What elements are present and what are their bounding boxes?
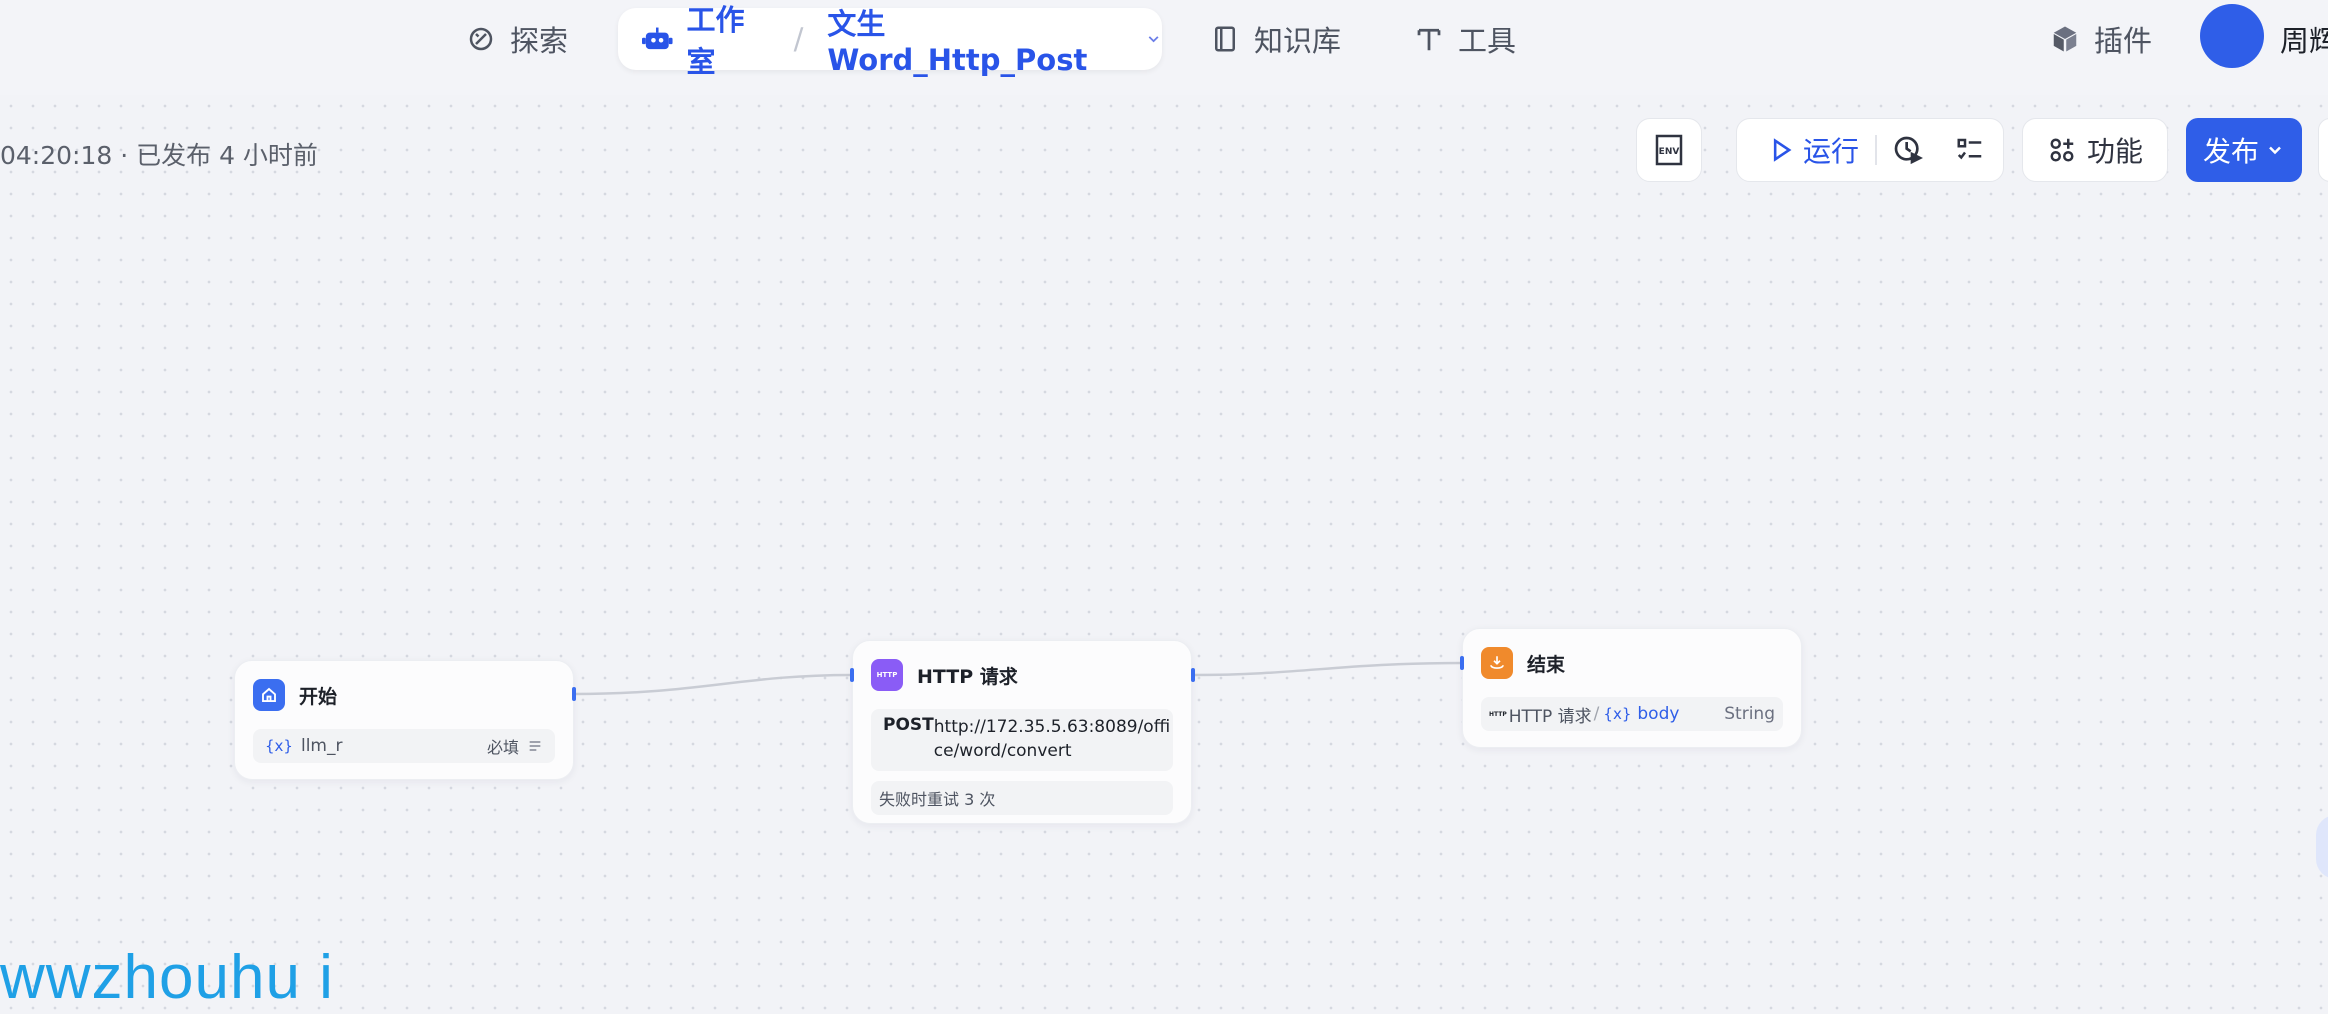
variable-icon: {x}: [1603, 705, 1632, 723]
http-request-row: POST http://172.35.5.63:8089/offi ce/wor…: [871, 709, 1173, 771]
http-input-port[interactable]: [850, 668, 854, 682]
text-lines-icon: [529, 741, 541, 751]
start-output-port[interactable]: [572, 687, 576, 701]
edge-http-to-end: [1193, 661, 1463, 677]
http-url-line2: ce/word/convert: [933, 741, 1072, 761]
http-icon: HTTP: [871, 659, 903, 691]
start-node[interactable]: 开始 {x} llm_r 必填: [234, 660, 574, 780]
http-url-line1: http://172.35.5.63:8089/offi: [933, 717, 1171, 737]
watermark: wwzhouhu i: [0, 943, 334, 1012]
end-source-node: HTTP 请求: [1508, 706, 1592, 727]
http-method: POST: [883, 715, 934, 735]
end-node-title: 结束: [1527, 653, 1566, 676]
end-icon: [1481, 647, 1513, 679]
end-input-port[interactable]: [1460, 656, 1464, 670]
http-retry-row: 失败时重试 3 次: [871, 781, 1173, 815]
required-badge: 必填: [486, 738, 519, 757]
start-node-title: 开始: [299, 685, 338, 708]
http-node-header: HTTP HTTP 请求: [871, 659, 1018, 691]
http-icon-text: HTTP: [876, 671, 898, 679]
end-node[interactable]: 结束 HTTP HTTP 请求 / {x} body String: [1462, 628, 1802, 748]
http-output-port[interactable]: [1191, 668, 1195, 682]
http-mini-icon: HTTP: [1489, 710, 1507, 718]
http-request-node[interactable]: HTTP HTTP 请求 POST http://172.35.5.63:808…: [852, 640, 1192, 824]
home-icon: [253, 679, 285, 711]
edge-start-to-http: [573, 673, 853, 696]
http-url: http://172.35.5.63:8089/offi ce/word/con…: [934, 715, 1170, 763]
http-node-title: HTTP 请求: [917, 665, 1018, 688]
end-source-slash: /: [1593, 704, 1600, 724]
end-node-header: 结束: [1481, 647, 1565, 679]
workflow-edges: [573, 661, 1463, 696]
end-var-name: body: [1637, 704, 1680, 724]
end-output-row: HTTP HTTP 请求 / {x} body String: [1481, 697, 1783, 731]
start-var-name: llm_r: [300, 736, 343, 756]
end-var-type: String: [1724, 704, 1775, 724]
start-node-header: 开始: [253, 679, 337, 711]
start-input-row: {x} llm_r 必填: [253, 729, 555, 763]
variable-icon: {x}: [265, 737, 293, 755]
